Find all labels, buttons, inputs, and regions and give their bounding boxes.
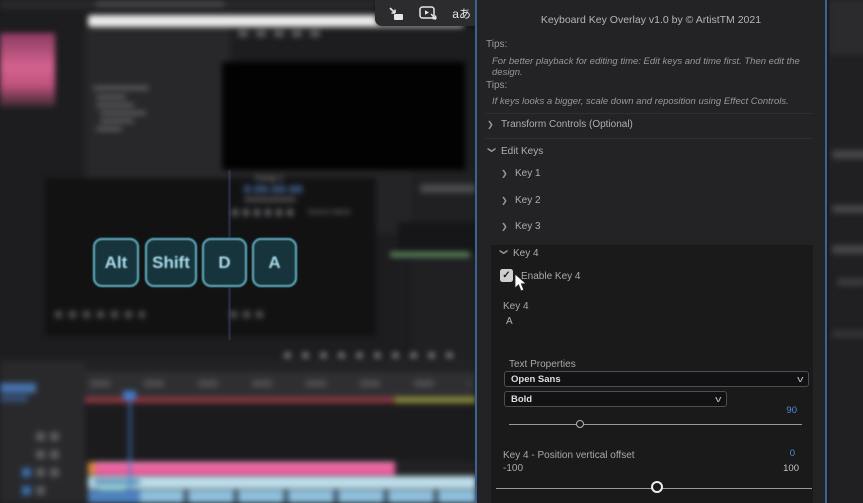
font-size-slider[interactable] xyxy=(509,419,802,431)
tree-key-2[interactable]: ❯ Key 2 xyxy=(501,195,541,206)
mouse-cursor xyxy=(514,273,528,298)
text-properties-label: Text Properties xyxy=(509,359,576,370)
keycap-alt: Alt xyxy=(93,238,139,287)
effect-title: Keyboard Key Overlay v1.0 by © ArtistTM … xyxy=(477,14,825,26)
offset-slider[interactable] xyxy=(496,483,812,495)
tips-text-2: If keys looks a bigger, scale down and r… xyxy=(492,96,789,107)
font-style-dropdown[interactable]: Bold v xyxy=(504,391,727,407)
tree-key-1[interactable]: ❯ Key 1 xyxy=(501,168,541,179)
chevron-right-icon[interactable]: ❯ xyxy=(501,169,511,178)
chevron-down-icon: v xyxy=(715,396,721,402)
chevron-down-icon[interactable]: ❯ xyxy=(488,147,497,157)
chevron-right-icon[interactable]: ❯ xyxy=(487,120,497,129)
tree-key-4[interactable]: ❯ Key 4 xyxy=(499,248,539,259)
key4-value-input[interactable]: A xyxy=(506,316,513,327)
tree-key-3[interactable]: ❯ Key 3 xyxy=(501,221,541,232)
enable-key4-checkbox[interactable]: ✓ xyxy=(500,269,513,282)
effect-controls-panel: Keyboard Key Overlay v1.0 by © ArtistTM … xyxy=(475,0,827,503)
tree-transform-controls[interactable]: ❯ Transform Controls (Optional) xyxy=(487,119,633,130)
key4-field-label: Key 4 xyxy=(503,301,529,312)
tips-text-1: For better playback for editing time: Ed… xyxy=(492,56,825,78)
tips-label-2: Tips: xyxy=(486,80,507,91)
font-size-value[interactable]: 90 xyxy=(786,405,797,416)
blurred-editor-background: Comp 1 0:00:00:00 Source Name xyxy=(0,0,476,503)
browser-media-toolbar: aあ xyxy=(375,0,484,26)
chevron-right-icon[interactable]: ❯ xyxy=(501,196,511,205)
enable-key4-label: Enable Key 4 xyxy=(521,271,581,282)
chevron-right-icon[interactable]: ❯ xyxy=(501,222,511,231)
offset-max: 100 xyxy=(783,463,799,474)
keycap-d: D xyxy=(202,238,247,287)
chevron-down-icon[interactable]: ❯ xyxy=(500,249,509,259)
offset-min: -100 xyxy=(503,463,523,474)
keycap-a: A xyxy=(252,238,297,287)
checkmark-icon: ✓ xyxy=(502,270,510,281)
tips-label-1: Tips: xyxy=(486,39,507,50)
font-family-dropdown[interactable]: Open Sans v xyxy=(504,371,809,387)
offset-value[interactable]: 0 xyxy=(790,448,795,459)
video-frame: Comp 1 0:00:00:00 Source Name xyxy=(0,0,863,503)
translate-icon[interactable]: aあ xyxy=(452,5,471,22)
play-preview-icon[interactable] xyxy=(419,6,438,21)
keycap-shift: Shift xyxy=(145,238,197,287)
slider-handle[interactable] xyxy=(651,481,663,493)
slider-handle[interactable] xyxy=(576,420,584,428)
blurred-right-panel-edge xyxy=(829,0,863,503)
chevron-down-icon: v xyxy=(797,376,803,382)
tree-edit-keys[interactable]: ❯ Edit Keys xyxy=(487,146,543,157)
offset-label: Key 4 - Position vertical offset xyxy=(503,450,635,461)
picture-in-picture-icon[interactable] xyxy=(388,6,405,21)
key-overlay-layer: Alt Shift D A xyxy=(0,0,476,503)
